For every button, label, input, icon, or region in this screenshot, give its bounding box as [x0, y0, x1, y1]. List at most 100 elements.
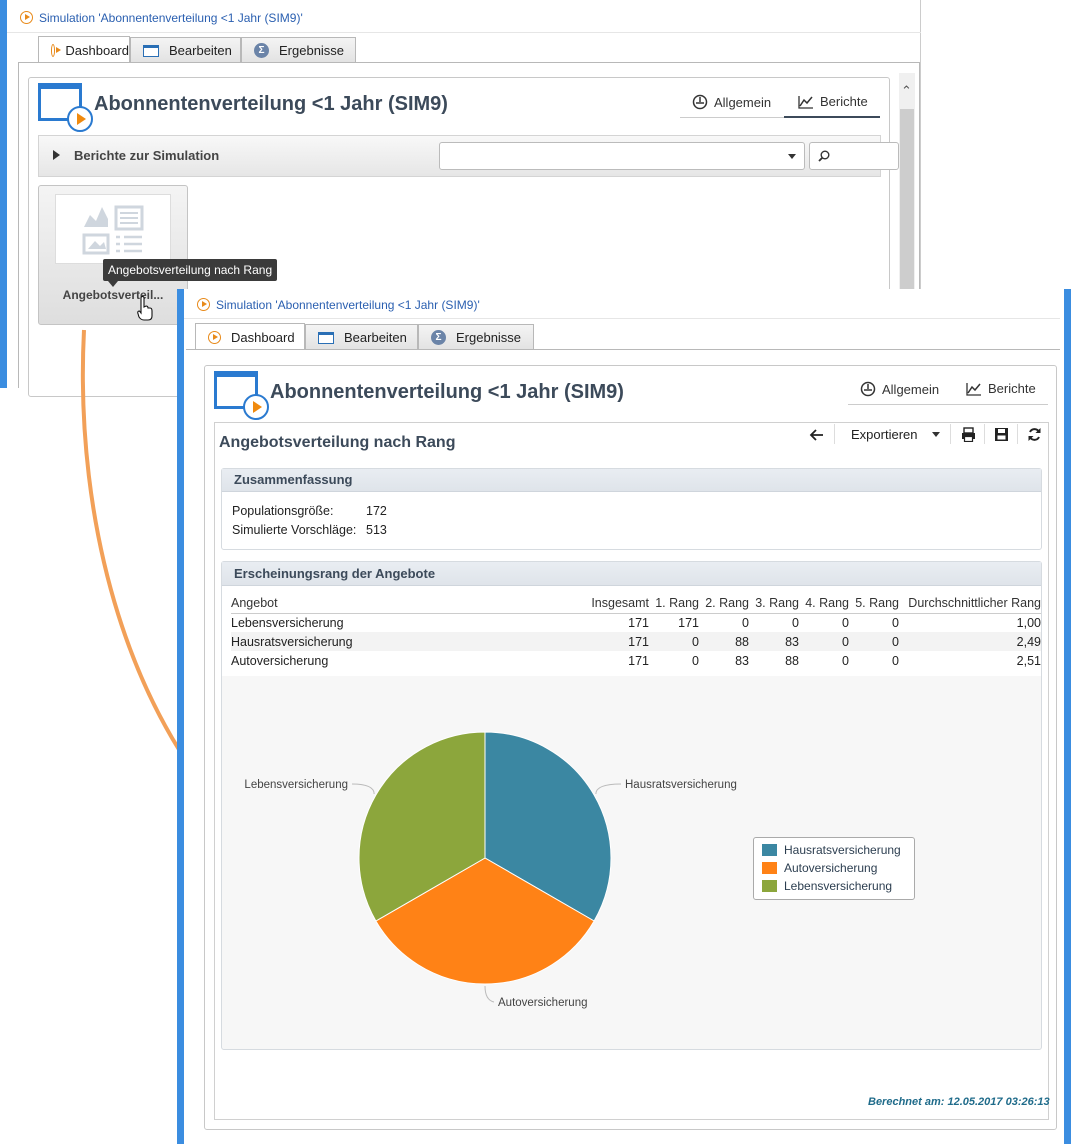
table-cell: 171 — [586, 632, 649, 651]
report-select[interactable] — [439, 142, 805, 170]
column-header: 5. Rang — [849, 594, 899, 614]
legend-swatch — [762, 862, 777, 874]
save-icon[interactable] — [994, 427, 1009, 442]
chart-legend: Hausratsversicherung Autoversicherung Le… — [753, 837, 915, 900]
table-cell: 83 — [735, 653, 749, 668]
search-input[interactable] — [809, 142, 899, 170]
play-icon — [67, 106, 93, 132]
simulation-link[interactable]: Simulation 'Abonnentenverteilung <1 Jahr… — [197, 298, 480, 312]
print-icon[interactable] — [961, 427, 976, 442]
column-header: Insgesamt — [586, 594, 649, 614]
gauge-icon — [692, 94, 708, 110]
tab-baseline — [18, 62, 920, 63]
reports-bar-label: Berichte zur Simulation — [74, 148, 220, 163]
export-button[interactable]: Exportieren — [851, 427, 917, 442]
table-row: Autoversicherung 171 0 83 88 0 0 2,51 — [231, 651, 1041, 670]
pie-chart: Hausratsversicherung Autoversicherung Lebe… — [244, 731, 737, 1009]
tab-dashboard[interactable]: Dashboard — [195, 323, 305, 350]
simulation-icon — [38, 83, 93, 132]
tab-bearbeiten[interactable]: Bearbeiten — [130, 37, 241, 63]
table-cell: 88 — [785, 653, 799, 668]
table-cell: 0 — [849, 632, 899, 651]
toolbar-divider — [834, 424, 835, 444]
divider — [7, 32, 921, 33]
table-cell: 0 — [742, 615, 749, 630]
column-header: 3. Rang — [749, 594, 799, 614]
back-arrow-icon[interactable] — [809, 428, 825, 442]
window-icon — [143, 44, 159, 57]
column-header: Angebot — [231, 594, 586, 614]
table-cell: 0 — [892, 615, 899, 630]
tab-berichte[interactable]: Berichte — [798, 94, 868, 109]
table-cell: Hausratsversicherung — [231, 632, 586, 651]
pie-label-connector — [351, 783, 375, 795]
gauge-icon — [860, 381, 876, 397]
table-cell: 0 — [842, 615, 849, 630]
legend-item: Autoversicherung — [762, 859, 914, 877]
simulation-link[interactable]: Simulation 'Abonnentenverteilung <1 Jahr… — [20, 11, 303, 25]
summary-label: Simulierte Vorschläge: — [232, 523, 357, 537]
table-cell: Lebensversicherung — [231, 615, 344, 630]
refresh-icon[interactable] — [1027, 427, 1042, 442]
table-cell: 0 — [842, 653, 849, 668]
table-cell: 83 — [749, 632, 799, 651]
divider — [184, 318, 1060, 319]
summary-section: Zusammenfassung Populationsgröße: 172 Si… — [221, 468, 1042, 550]
table-cell: 2,49 — [899, 632, 1041, 651]
report-tile[interactable]: Angebotsverteil... — [38, 185, 188, 325]
table-cell: 171 — [628, 653, 649, 668]
tab-baseline — [186, 349, 1060, 350]
tab-allgemein[interactable]: Allgemein — [692, 94, 771, 110]
pie-slice-label: Autoversicherung — [498, 997, 588, 1009]
tab-ergebnisse[interactable]: Σ Ergebnisse — [241, 37, 356, 63]
table-row: Lebensversicherung 171 171 0 0 0 0 1,00 — [231, 613, 1041, 632]
page-title: Abonnentenverteilung <1 Jahr (SIM9) — [94, 93, 448, 115]
tab-ergebnisse[interactable]: Σ Ergebnisse — [418, 324, 534, 350]
table-cell: 1,00 — [1016, 615, 1041, 630]
hand-cursor-icon — [137, 296, 153, 321]
tab-bearbeiten[interactable]: Bearbeiten — [305, 324, 418, 350]
column-header: Durchschnittlicher Rang — [899, 594, 1041, 614]
play-icon — [243, 394, 269, 420]
tooltip: Angebotsverteilung nach Rang — [103, 259, 278, 281]
chevron-down-icon[interactable] — [932, 432, 940, 437]
toolbar-divider — [1017, 424, 1018, 444]
rank-table: Angebot Insgesamt 1. Rang 2. Rang 3. Ran… — [231, 594, 1041, 670]
pie-label-connector — [595, 783, 622, 795]
line-chart-icon — [798, 95, 813, 109]
report-tile-label: Angebotsverteil... — [62, 288, 164, 302]
pie-slice-label: Hausratsversicherung — [625, 779, 737, 791]
front-window-right-edge — [1064, 289, 1071, 1144]
expand-triangle-icon[interactable] — [53, 150, 60, 160]
pie-label-connector — [484, 985, 495, 1003]
play-icon — [197, 298, 210, 311]
tab-dashboard[interactable]: Dashboard — [38, 36, 130, 63]
legend-swatch — [762, 880, 777, 892]
summary-heading: Zusammenfassung — [222, 469, 1041, 492]
sigma-icon: Σ — [431, 330, 446, 345]
table-cell: 0 — [892, 653, 899, 668]
table-header-row: Angebot Insgesamt 1. Rang 2. Rang 3. Ran… — [231, 594, 1041, 614]
view-tab-baseline — [848, 404, 1048, 405]
simulation-icon — [214, 371, 269, 420]
tooltip-arrow — [108, 281, 118, 287]
table-cell: 0 — [799, 632, 849, 651]
front-window-left-edge — [177, 289, 184, 1144]
column-header: 1. Rang — [649, 594, 699, 614]
toolbar-divider — [984, 424, 985, 444]
table-cell: 0 — [792, 615, 799, 630]
table-cell: 171 — [678, 615, 699, 630]
window-icon — [318, 331, 334, 344]
tab-allgemein[interactable]: Allgemein — [860, 381, 939, 397]
column-header: 2. Rang — [699, 594, 749, 614]
scroll-up-icon[interactable]: ⌃ — [901, 83, 912, 99]
legend-item: Lebensversicherung — [762, 877, 914, 895]
summary-label: Populationsgröße: — [232, 504, 334, 518]
rank-heading: Erscheinungsrang der Angebote — [222, 562, 1041, 586]
table-cell: 0 — [692, 653, 699, 668]
toolbar-divider — [950, 424, 951, 444]
play-icon — [20, 11, 33, 24]
tab-berichte[interactable]: Berichte — [966, 381, 1036, 396]
sigma-icon: Σ — [254, 43, 269, 58]
report-thumbnail-icon — [82, 205, 144, 255]
